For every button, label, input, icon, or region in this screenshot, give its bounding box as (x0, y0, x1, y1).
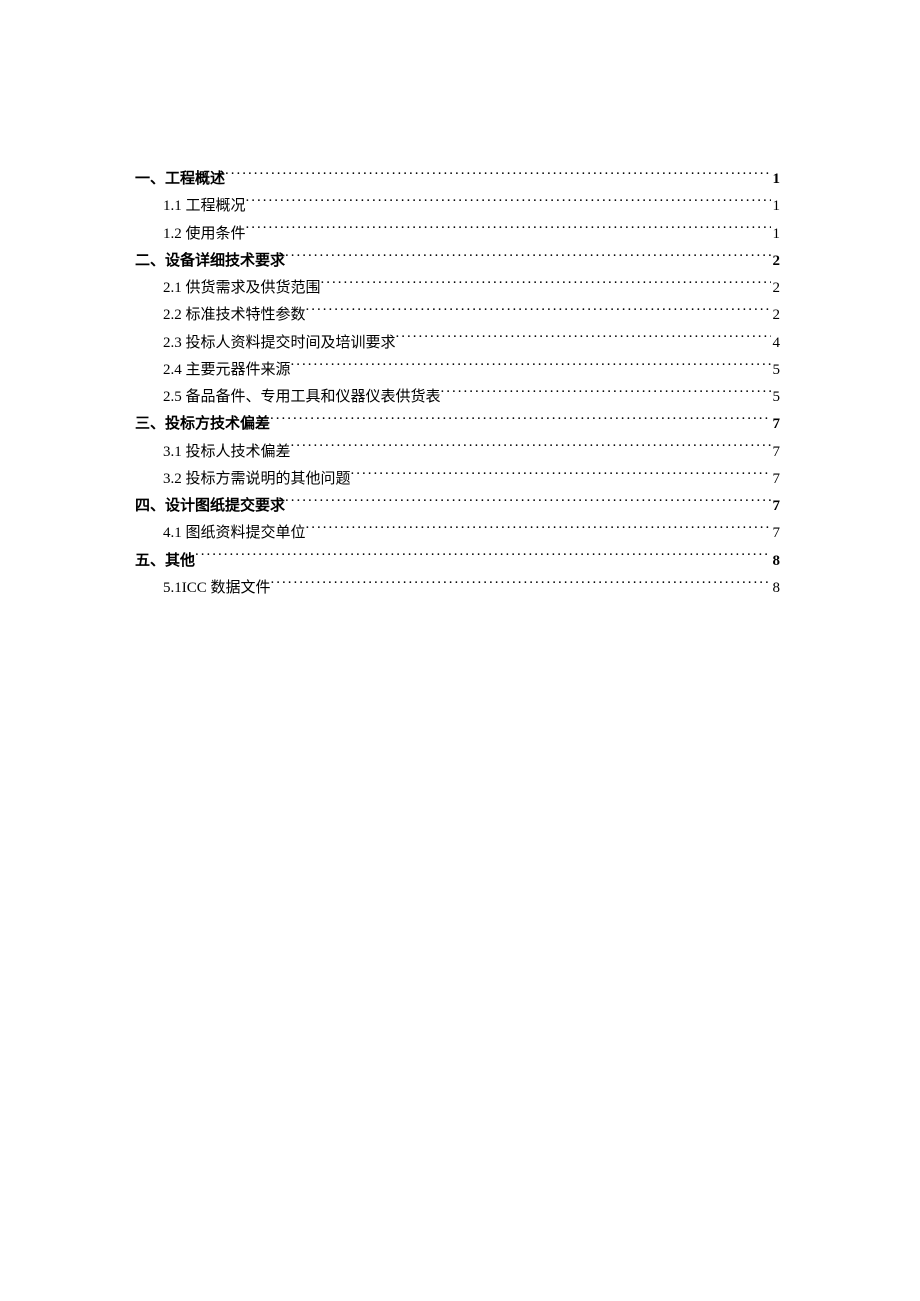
toc-page-number: 7 (771, 493, 781, 519)
toc-label: 2.2 标准技术特性参数 (163, 302, 306, 328)
toc-leader-dots (306, 519, 771, 537)
toc-entry[interactable]: 2.2 标准技术特性参数 2 (135, 301, 780, 328)
toc-leader-dots (396, 329, 771, 347)
toc-leader-dots (441, 383, 771, 401)
toc-label: 5.1ICC 数据文件 (163, 575, 271, 601)
toc-entry[interactable]: 二、设备详细技术要求 2 (135, 247, 780, 274)
toc-entry[interactable]: 一、工程概述 1 (135, 165, 780, 192)
toc-entry[interactable]: 3.1 投标人技术偏差 7 (135, 438, 780, 465)
toc-entry[interactable]: 2.1 供货需求及供货范围 2 (135, 274, 780, 301)
toc-leader-dots (291, 356, 771, 374)
toc-leader-dots (321, 274, 771, 292)
toc-entry[interactable]: 4.1 图纸资料提交单位 7 (135, 519, 780, 546)
toc-page-number: 1 (771, 166, 781, 192)
toc-leader-dots (285, 247, 770, 265)
toc-entry[interactable]: 四、设计图纸提交要求 7 (135, 492, 780, 519)
toc-label: 3.1 投标人技术偏差 (163, 439, 291, 465)
toc-entry[interactable]: 1.1 工程概况 1 (135, 192, 780, 219)
toc-entry[interactable]: 1.2 使用条件 1 (135, 220, 780, 247)
toc-label: 1.2 使用条件 (163, 221, 246, 247)
toc-entry[interactable]: 五、其他 8 (135, 547, 780, 574)
toc-label: 2.1 供货需求及供货范围 (163, 275, 321, 301)
toc-page-number: 8 (771, 575, 781, 601)
toc-entry[interactable]: 2.3 投标人资料提交时间及培训要求 4 (135, 329, 780, 356)
toc-page-number: 7 (771, 411, 781, 437)
toc-leader-dots (225, 165, 770, 183)
toc-label: 一、工程概述 (135, 166, 225, 192)
toc-page-number: 7 (771, 439, 781, 465)
toc-label: 五、其他 (135, 548, 195, 574)
toc-label: 四、设计图纸提交要求 (135, 493, 285, 519)
toc-page-number: 7 (771, 520, 781, 546)
toc-entry[interactable]: 5.1ICC 数据文件 8 (135, 574, 780, 601)
toc-leader-dots (291, 438, 771, 456)
toc-label: 三、投标方技术偏差 (135, 411, 270, 437)
toc-page-number: 1 (771, 221, 781, 247)
toc-page-number: 7 (771, 466, 781, 492)
toc-page-number: 2 (771, 248, 781, 274)
table-of-contents: 一、工程概述11.1 工程概况11.2 使用条件1二、设备详细技术要求22.1 … (135, 165, 780, 601)
toc-page-number: 5 (771, 384, 781, 410)
toc-label: 1.1 工程概况 (163, 193, 246, 219)
toc-label: 2.5 备品备件、专用工具和仪器仪表供货表 (163, 384, 441, 410)
toc-page-number: 2 (771, 275, 781, 301)
toc-leader-dots (246, 192, 771, 210)
toc-leader-dots (351, 465, 771, 483)
toc-page-number: 8 (771, 548, 781, 574)
toc-leader-dots (246, 220, 771, 238)
toc-page-number: 5 (771, 357, 781, 383)
toc-page-number: 4 (771, 330, 781, 356)
toc-entry[interactable]: 2.5 备品备件、专用工具和仪器仪表供货表 5 (135, 383, 780, 410)
toc-label: 2.4 主要元器件来源 (163, 357, 291, 383)
toc-page-number: 1 (771, 193, 781, 219)
toc-label: 二、设备详细技术要求 (135, 248, 285, 274)
toc-label: 3.2 投标方需说明的其他问题 (163, 466, 351, 492)
toc-leader-dots (285, 492, 770, 510)
toc-label: 4.1 图纸资料提交单位 (163, 520, 306, 546)
toc-leader-dots (306, 301, 771, 319)
toc-entry[interactable]: 3.2 投标方需说明的其他问题 7 (135, 465, 780, 492)
toc-label: 2.3 投标人资料提交时间及培训要求 (163, 330, 396, 356)
toc-leader-dots (271, 574, 771, 592)
toc-entry[interactable]: 2.4 主要元器件来源 5 (135, 356, 780, 383)
toc-entry[interactable]: 三、投标方技术偏差 7 (135, 410, 780, 437)
toc-leader-dots (195, 547, 770, 565)
toc-page-number: 2 (771, 302, 781, 328)
toc-leader-dots (270, 410, 770, 428)
